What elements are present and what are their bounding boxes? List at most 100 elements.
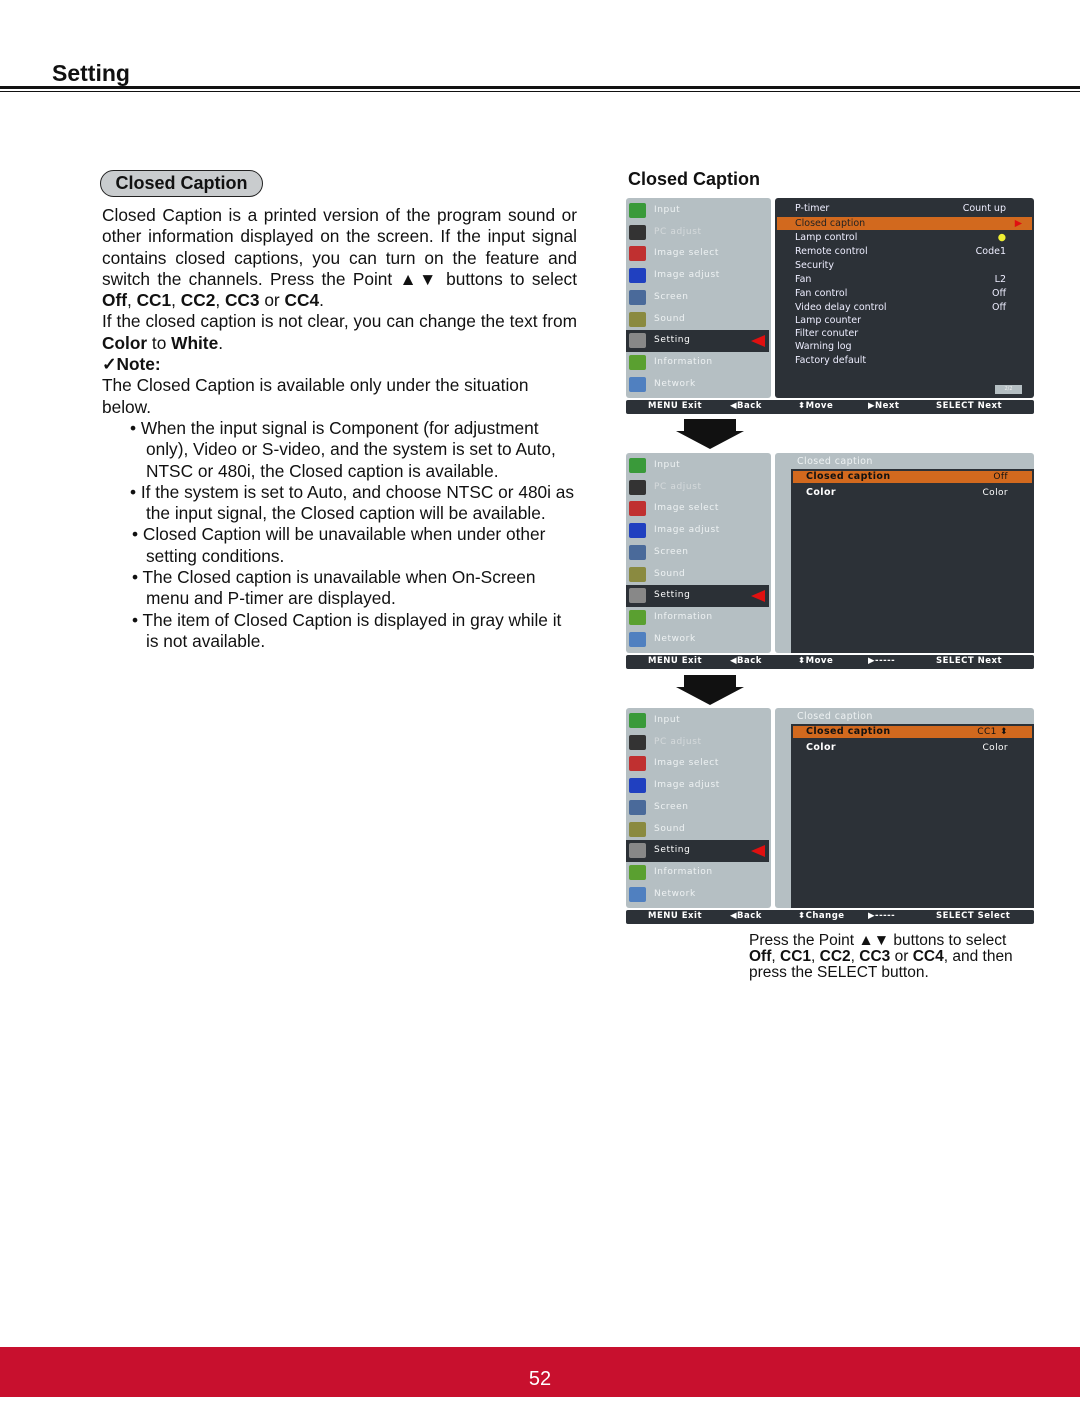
header-rule-thin [0,91,1080,92]
key-guide-item: SELECT Select [936,911,1011,921]
information-icon [629,609,646,625]
submenu-item[interactable]: Security [795,259,1006,272]
menu-item-network[interactable]: Network [626,884,771,906]
menu-item-sound[interactable]: Sound [626,309,771,331]
menu-item-network[interactable]: Network [626,629,771,651]
note-text: The Closed Caption is available only und… [102,375,529,417]
menu-item-input[interactable]: Input [626,455,771,477]
key-guide-item: MENU Exit [648,911,703,921]
menu-item-screen[interactable]: Screen [626,287,771,309]
pc-adjust-icon [629,479,646,495]
menu-item-label: Input [654,715,681,725]
page-footer: 52 [0,1347,1080,1397]
osd-key-guide: MENU Exit ◀Back ⬍Move ▶----- SELECT Next [626,655,1034,669]
menu-item-information[interactable]: Information [626,862,771,884]
submenu-item[interactable]: Closed caption ▶ [777,217,1032,230]
submenu-item[interactable]: Closed caption CC1 ⬍ [793,726,1032,738]
color-paragraph: If the closed caption is not clear, you … [102,311,577,353]
menu-item-pc-adjust[interactable]: PC adjust [626,732,771,754]
menu-item-input[interactable]: Input [626,200,771,222]
menu-item-label: Sound [654,313,686,324]
menu-item-sound[interactable]: Sound [626,819,771,841]
submenu-item[interactable]: Lamp control ● [795,231,1006,244]
setting-icon [629,588,646,604]
menu-item-input[interactable]: Input [626,710,771,732]
note-bullet: • When the input signal is Component (fo… [130,417,556,481]
menu-item-label: Image select [654,758,719,769]
network-icon [629,886,646,902]
submenu-item[interactable]: Warning log [795,340,1006,353]
screen-icon [629,289,646,305]
note-bullet: • Closed Caption will be unavailable whe… [132,524,546,566]
submenu-item[interactable]: Color Color [793,742,1032,754]
submenu-item[interactable]: Factory default [795,354,1006,367]
key-guide-item: MENU Exit [648,656,703,666]
osd-left-menu: Input PC adjust Image select Image adjust Sc… [626,198,771,398]
selected-arrow-icon [751,335,765,348]
information-icon [629,354,646,370]
setting-icon [629,843,646,859]
submenu-item-label: Color [806,742,836,753]
submenu-item-label: Lamp counter [795,315,861,326]
menu-item-label: Setting [654,335,691,346]
submenu-item[interactable]: Lamp counter [795,314,1006,327]
information-icon [629,864,646,880]
menu-item-pc-adjust[interactable]: PC adjust [626,222,771,244]
submenu-item[interactable]: Video delay control Off [795,301,1006,314]
menu-item-information[interactable]: Information [626,352,771,374]
menu-item-network[interactable]: Network [626,374,771,396]
network-icon [629,376,646,392]
submenu-item[interactable]: Filter conuter [795,327,1006,340]
submenu-item-label: Lamp control [795,232,858,243]
osd-left-menu: Input PC adjust Image select Image adjust Sc… [626,708,771,908]
menu-item-sound[interactable]: Sound [626,564,771,586]
submenu-item-label: Closed caption [795,218,866,229]
submenu-item[interactable]: Fan control Off [795,287,1006,300]
menu-item-image-adjust[interactable]: Image adjust [626,265,771,287]
menu-item-setting[interactable]: Setting [626,330,769,352]
submenu-item[interactable]: Color Color [793,487,1032,499]
image-adjust-icon [629,778,646,794]
menu-item-pc-adjust[interactable]: PC adjust [626,477,771,499]
key-guide-item: ◀Back [730,911,762,921]
key-guide-item: ⬍Change [798,911,845,921]
submenu-item-label: P-timer [795,203,830,214]
submenu-item-value: L2 [994,274,1006,285]
menu-item-screen[interactable]: Screen [626,542,771,564]
note-bullet: • If the system is set to Auto, and choo… [130,481,575,524]
menu-item-label: PC adjust [654,736,702,747]
submenu-title: Closed caption [797,711,873,722]
note-bullet: • The item of Closed Caption is displaye… [132,609,562,651]
menu-item-image-adjust[interactable]: Image adjust [626,520,771,542]
osd-key-guide: MENU Exit ◀Back ⬍Change ▶----- SELECT Select [626,910,1034,924]
menu-item-setting[interactable]: Setting [626,585,769,607]
section-pill: Closed Caption [100,170,263,197]
menu-item-image-select[interactable]: Image select [626,498,771,520]
submenu-item[interactable]: Remote control Code1 [795,245,1006,258]
key-guide-item: ⬍Move [798,401,834,411]
menu-item-setting[interactable]: Setting [626,840,769,862]
submenu-item[interactable]: P-timer Count up [795,202,1006,215]
menu-item-label: Input [654,205,681,215]
sound-icon [629,566,646,582]
menu-item-image-adjust[interactable]: Image adjust [626,775,771,797]
key-guide-item: ◀Back [730,401,762,411]
menu-item-information[interactable]: Information [626,607,771,629]
submenu-item-label: Warning log [795,341,852,352]
menu-item-image-select[interactable]: Image select [626,753,771,775]
input-icon [629,713,646,728]
image-adjust-icon [629,523,646,539]
submenu-item-label: Remote control [795,246,868,257]
menu-item-label: Information [654,866,713,877]
submenu-item[interactable]: Closed caption Off [793,471,1032,483]
submenu-item-label: Fan control [795,288,848,299]
submenu-item[interactable]: Fan L2 [795,273,1006,286]
submenu-item-value: CC1 ⬍ [977,727,1008,737]
key-guide-item: ⬍Move [798,656,834,666]
menu-item-image-select[interactable]: Image select [626,243,771,265]
intro-paragraph: Closed Caption is a printed version of t… [102,205,577,311]
osd-key-guide: MENU Exit ◀Back ⬍Move ▶Next SELECT Next [626,400,1034,414]
pc-adjust-icon [629,734,646,750]
figure-title: Closed Caption [628,169,761,189]
menu-item-screen[interactable]: Screen [626,797,771,819]
